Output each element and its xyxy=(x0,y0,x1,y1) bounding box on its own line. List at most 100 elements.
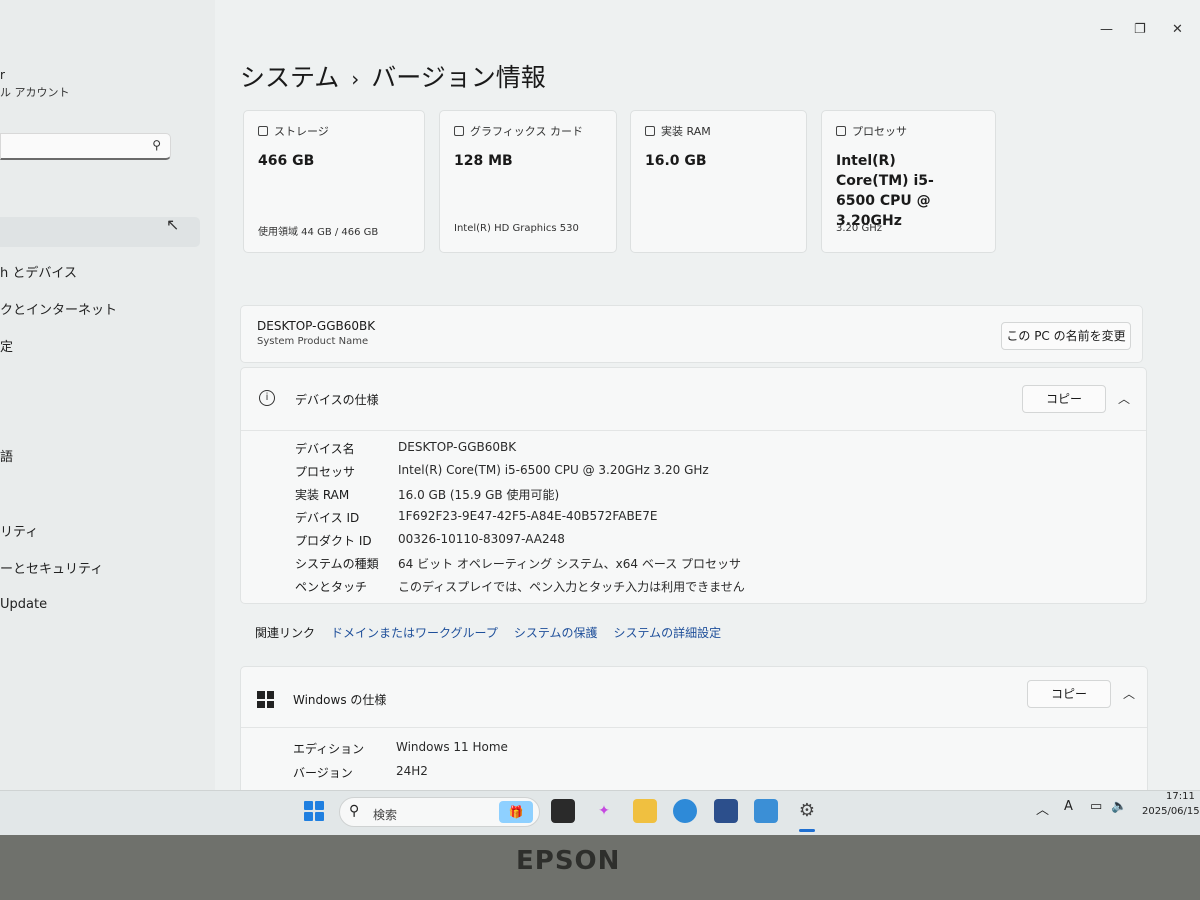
monitor-brand-logo: EPSON xyxy=(516,846,621,876)
ram-label: 実装 RAM xyxy=(645,123,711,139)
processor-label-text: プロセッサ xyxy=(852,125,907,138)
taskbar-search-placeholder: 検索 xyxy=(373,808,398,822)
spec-value: DESKTOP-GGB60BK xyxy=(398,440,517,454)
close-button[interactable]: ✕ xyxy=(1172,22,1183,37)
file-explorer-icon[interactable] xyxy=(633,799,657,823)
device-specs-copy-button[interactable]: コピー xyxy=(1022,385,1106,413)
pc-product-name: System Product Name xyxy=(257,336,369,347)
settings-gear-icon[interactable]: ⚙ xyxy=(795,799,819,823)
sidebar-item-windows-update[interactable]: Update xyxy=(0,597,47,612)
graphics-label-text: グラフィックス カード xyxy=(470,125,583,138)
pc-name: DESKTOP-GGB60BK xyxy=(257,319,376,333)
pc-name-panel: DESKTOP-GGB60BK System Product Name この P… xyxy=(240,305,1143,363)
spec-value: 00326-10110-83097-AA248 xyxy=(398,532,565,546)
ram-card[interactable]: 実装 RAM 16.0 GB xyxy=(630,110,807,253)
page-title: バージョン情報 xyxy=(371,63,546,92)
device-specs-panel: i デバイスの仕様 コピー ︿ デバイス名 DESKTOP-GGB60BK プロセ… xyxy=(240,367,1147,604)
windows-specs-copy-button[interactable]: コピー xyxy=(1027,680,1111,708)
storage-label: ストレージ xyxy=(258,123,329,139)
graphics-value: 128 MB xyxy=(454,153,513,169)
screen: — ❐ ✕ r ル アカウント ⚲ ↖ h とデバイス クとインターネット 定 … xyxy=(0,0,1200,835)
clock-time[interactable]: 17:11 xyxy=(1166,791,1195,802)
spec-key: プロダクト ID xyxy=(295,534,372,548)
spec-value: このディスプレイでは、ペン入力とタッチ入力は利用できません xyxy=(398,580,745,594)
storage-card[interactable]: ストレージ 466 GB 使用領域 44 GB / 466 GB xyxy=(243,110,425,253)
storage-icon xyxy=(258,126,268,136)
processor-label: プロセッサ xyxy=(836,123,907,139)
graphics-card-icon xyxy=(454,126,464,136)
link-advanced-system-settings[interactable]: システムの詳細設定 xyxy=(613,626,721,640)
spec-key: デバイス ID xyxy=(295,511,360,525)
maximize-button[interactable]: ❐ xyxy=(1134,22,1146,37)
taskbar-search-box[interactable]: ⚲ 検索 🎁 xyxy=(339,797,540,827)
search-icon: ⚲ xyxy=(349,803,360,819)
spec-key: エディション xyxy=(293,742,365,756)
storage-usage: 使用領域 44 GB / 466 GB xyxy=(258,227,379,238)
user-account-type: ル アカウント xyxy=(0,86,70,99)
windows-specs-panel: Windows の仕様 コピー ︿ エディション Windows 11 Home … xyxy=(240,666,1148,806)
sidebar-item-bluetooth[interactable]: h とデバイス xyxy=(0,262,77,281)
graphics-card[interactable]: グラフィックス カード 128 MB Intel(R) HD Graphics … xyxy=(439,110,617,253)
spec-key: システムの種類 xyxy=(295,557,379,571)
task-view-icon[interactable] xyxy=(551,799,575,823)
sidebar-item-personalization[interactable]: 定 xyxy=(0,336,13,355)
input-method-indicator[interactable]: A xyxy=(1064,799,1073,814)
processor-card[interactable]: プロセッサ Intel(R) Core(TM) i5-6500 CPU @ 3.… xyxy=(821,110,996,253)
ram-value: 16.0 GB xyxy=(645,153,707,169)
related-links-label: 関連リンク xyxy=(255,626,316,640)
spec-key: デバイス名 xyxy=(295,442,355,456)
volume-icon[interactable]: 🔈 xyxy=(1111,799,1127,814)
mouse-cursor-icon: ↖ xyxy=(166,215,180,234)
device-specs-title: デバイスの仕様 xyxy=(295,393,379,407)
processor-icon xyxy=(836,126,846,136)
spec-key: バージョン xyxy=(293,766,353,780)
tray-overflow-icon[interactable]: ︿ xyxy=(1036,799,1049,818)
spec-value: 24H2 xyxy=(396,764,428,778)
link-domain-workgroup[interactable]: ドメインまたはワークグループ xyxy=(331,626,498,640)
divider xyxy=(241,430,1146,431)
user-name: r xyxy=(0,68,5,82)
storage-label-text: ストレージ xyxy=(274,125,329,138)
spec-value: Intel(R) Core(TM) i5-6500 CPU @ 3.20GHz … xyxy=(398,463,709,477)
sidebar: r ル アカウント ⚲ ↖ h とデバイス クとインターネット 定 語 リティ … xyxy=(0,0,215,790)
spec-key: ペンとタッチ xyxy=(295,580,368,594)
windows-specs-title: Windows の仕様 xyxy=(293,693,387,707)
spec-value: 64 ビット オペレーティング システム、x64 ベース プロセッサ xyxy=(398,557,742,571)
active-app-indicator xyxy=(799,829,815,832)
settings-search-input[interactable]: ⚲ xyxy=(0,133,171,160)
edge-browser-icon[interactable] xyxy=(673,799,697,823)
spec-value: Windows 11 Home xyxy=(396,740,508,754)
copilot-icon[interactable]: ✦ xyxy=(592,799,616,823)
sidebar-item-privacy-security[interactable]: ーとセキュリティ xyxy=(0,558,103,577)
spec-key: 実装 RAM xyxy=(295,488,350,502)
spec-value: 16.0 GB (15.9 GB 使用可能) xyxy=(398,488,560,502)
store-icon[interactable] xyxy=(714,799,738,823)
start-button[interactable] xyxy=(304,801,324,821)
chevron-up-icon[interactable]: ︿ xyxy=(1123,685,1135,702)
breadcrumb: システム › バージョン情報 xyxy=(240,58,546,94)
sidebar-item-time-language[interactable]: 語 xyxy=(0,446,13,465)
breadcrumb-parent[interactable]: システム xyxy=(240,63,339,92)
taskbar: ⚲ 検索 🎁 ✦ ⚙ ︿ A ▭ 🔈 17:11 2025/06/15 xyxy=(0,790,1200,835)
search-highlight-icon: 🎁 xyxy=(499,801,533,823)
processor-speed: 3.20 GHz xyxy=(836,223,882,234)
breadcrumb-separator: › xyxy=(351,67,360,91)
minimize-button[interactable]: — xyxy=(1100,22,1113,37)
remote-desktop-icon[interactable] xyxy=(754,799,778,823)
divider xyxy=(241,727,1147,728)
sidebar-item-accessibility[interactable]: リティ xyxy=(0,521,38,540)
info-icon: i xyxy=(259,390,275,406)
related-links: 関連リンク ドメインまたはワークグループ システムの保護 システムの詳細設定 xyxy=(255,624,721,641)
rename-pc-button[interactable]: この PC の名前を変更 xyxy=(1001,322,1131,350)
spec-key: プロセッサ xyxy=(295,465,356,479)
ram-label-text: 実装 RAM xyxy=(661,125,711,138)
ram-icon xyxy=(645,126,655,136)
graphics-model: Intel(R) HD Graphics 530 xyxy=(454,223,579,234)
clock-date[interactable]: 2025/06/15 xyxy=(1142,806,1200,817)
graphics-label: グラフィックス カード xyxy=(454,123,583,139)
link-system-protection[interactable]: システムの保護 xyxy=(514,626,598,640)
spec-value: 1F692F23-9E47-42F5-A84E-40B572FABE7E xyxy=(398,509,658,523)
network-icon[interactable]: ▭ xyxy=(1090,799,1102,814)
sidebar-item-network[interactable]: クとインターネット xyxy=(0,299,117,318)
chevron-up-icon[interactable]: ︿ xyxy=(1118,390,1130,407)
